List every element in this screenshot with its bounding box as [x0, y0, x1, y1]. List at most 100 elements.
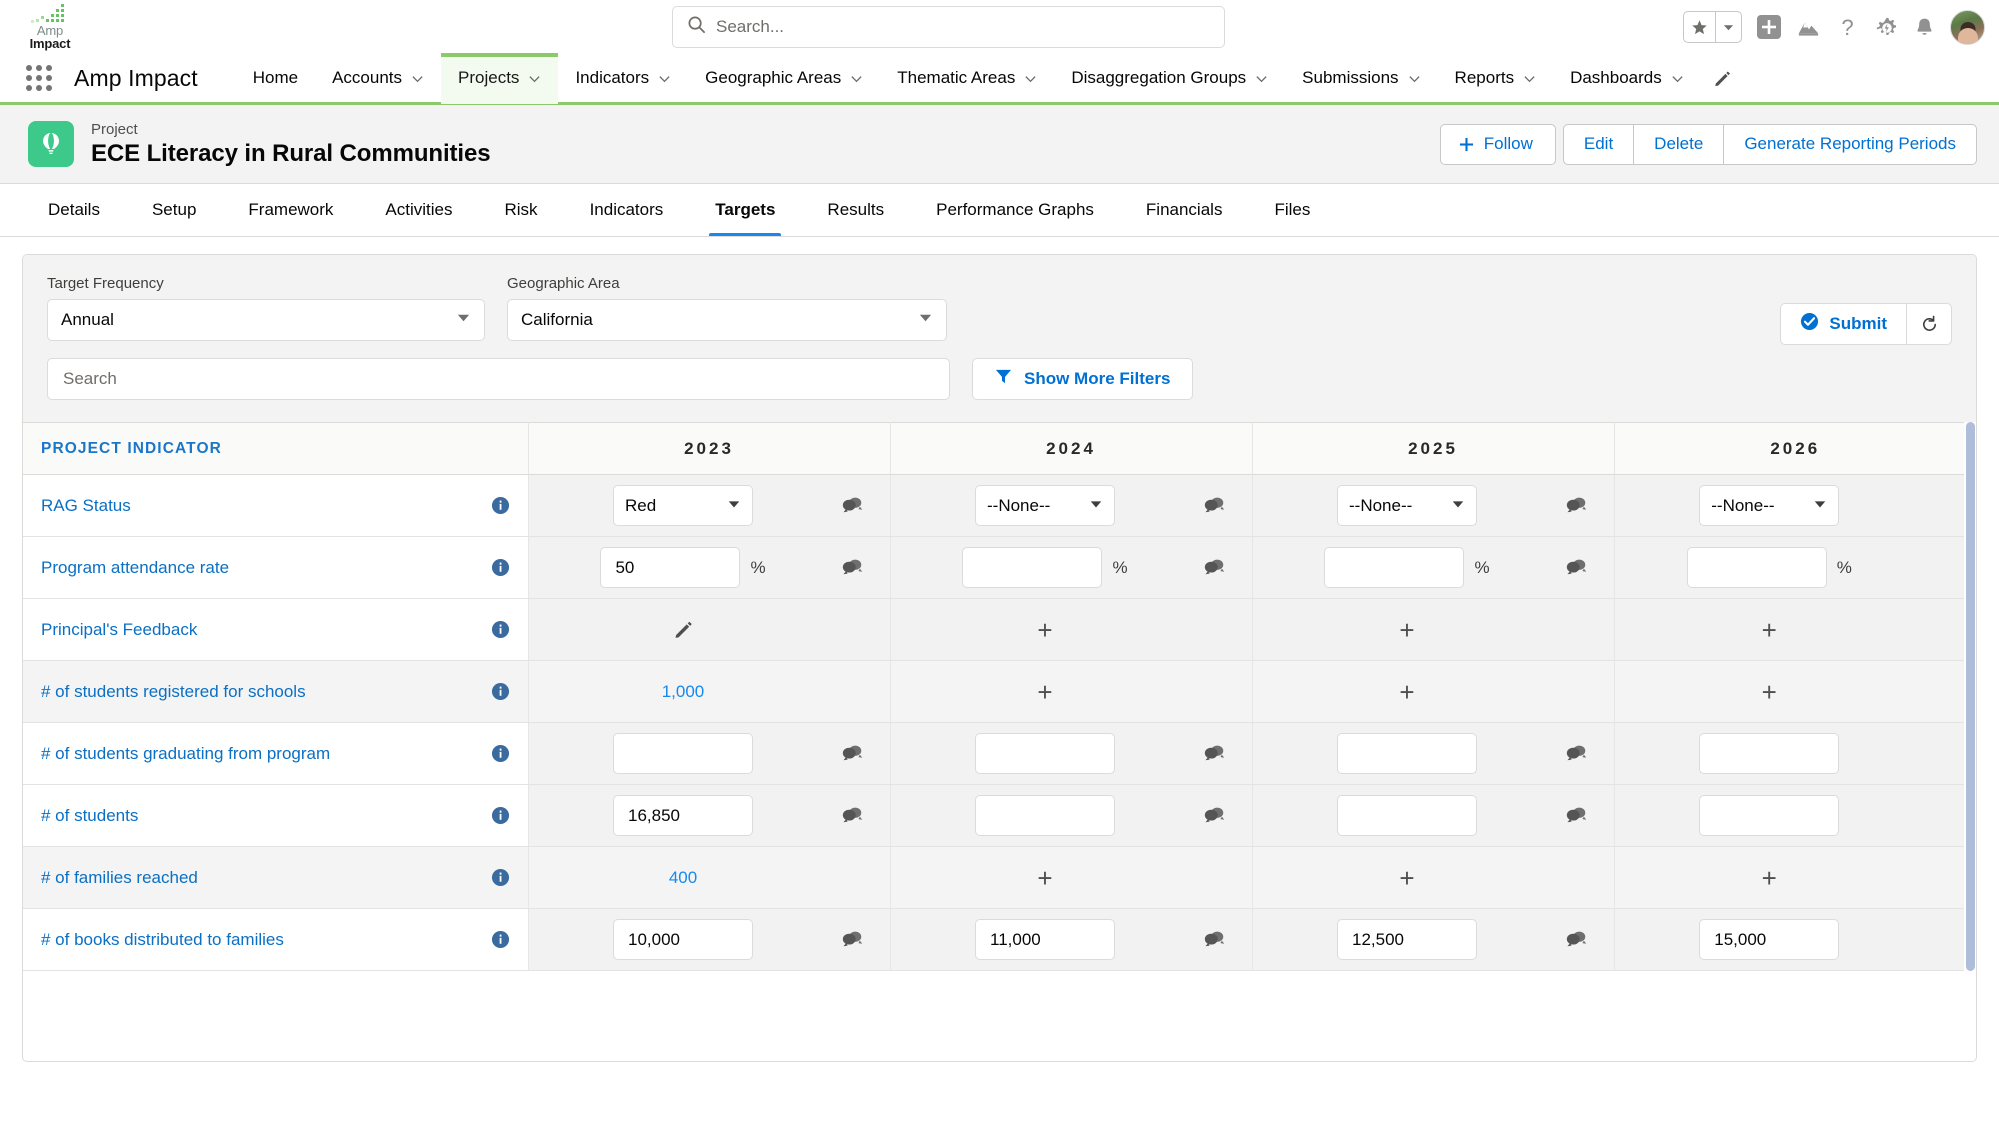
comment-slot[interactable]	[1538, 930, 1614, 949]
add-target-button[interactable]: +	[1762, 617, 1777, 643]
comment-slot[interactable]	[1538, 744, 1614, 763]
bell-icon[interactable]	[1913, 16, 1936, 39]
nav-item-projects[interactable]: Projects	[441, 52, 559, 104]
indicator-link[interactable]: # of students graduating from program	[41, 744, 330, 764]
info-icon[interactable]	[491, 682, 510, 701]
target-input[interactable]	[1324, 547, 1465, 588]
target-input[interactable]	[600, 547, 741, 588]
add-target-button[interactable]: +	[1399, 679, 1414, 705]
comment-slot[interactable]	[1538, 806, 1614, 825]
tab-risk[interactable]: Risk	[479, 184, 564, 236]
indicator-link[interactable]: # of students	[41, 806, 138, 826]
avatar[interactable]	[1950, 9, 1985, 45]
add-target-button[interactable]: +	[1037, 865, 1052, 891]
tab-results[interactable]: Results	[801, 184, 910, 236]
refresh-button[interactable]	[1906, 304, 1951, 344]
app-launcher-icon[interactable]	[22, 61, 56, 95]
tab-targets[interactable]: Targets	[689, 184, 801, 236]
add-target-button[interactable]: +	[1037, 679, 1052, 705]
info-icon[interactable]	[491, 558, 510, 577]
col-header-2023[interactable]: 2023	[528, 422, 891, 475]
comment-slot[interactable]	[1176, 930, 1252, 949]
info-icon[interactable]	[491, 620, 510, 639]
tab-financials[interactable]: Financials	[1120, 184, 1249, 236]
nav-item-dashboards[interactable]: Dashboards	[1553, 53, 1701, 104]
target-value-link[interactable]: 1,000	[662, 682, 705, 702]
comment-slot[interactable]	[1176, 558, 1252, 577]
info-icon[interactable]	[491, 868, 510, 887]
add-target-button[interactable]: +	[1762, 865, 1777, 891]
indicator-link[interactable]: # of students registered for schools	[41, 682, 306, 702]
edit-navigation-pencil-icon[interactable]	[1713, 69, 1732, 88]
nav-item-home[interactable]: Home	[236, 53, 315, 104]
target-input[interactable]	[1699, 733, 1840, 774]
info-icon[interactable]	[491, 744, 510, 763]
nav-item-reports[interactable]: Reports	[1438, 53, 1554, 104]
col-header-project-indicator[interactable]: PROJECT INDICATOR	[23, 422, 529, 475]
indicator-link[interactable]: Principal's Feedback	[41, 620, 197, 640]
tab-performance-graphs[interactable]: Performance Graphs	[910, 184, 1120, 236]
amp-impact-logo[interactable]: Amp Impact	[0, 0, 92, 54]
gear-icon[interactable]	[1874, 15, 1899, 40]
nav-item-geographic-areas[interactable]: Geographic Areas	[688, 53, 880, 104]
add-target-button[interactable]: +	[1037, 617, 1052, 643]
tab-files[interactable]: Files	[1248, 184, 1336, 236]
delete-button[interactable]: Delete	[1633, 123, 1725, 165]
target-input[interactable]	[1699, 919, 1840, 960]
comment-slot[interactable]	[814, 558, 890, 577]
vertical-scrollbar[interactable]	[1964, 422, 1976, 971]
target-input[interactable]	[962, 547, 1103, 588]
target-frequency-select[interactable]: Annual	[47, 299, 485, 341]
question-mark-icon[interactable]: ?	[1835, 15, 1860, 40]
add-target-button[interactable]: +	[1399, 865, 1414, 891]
comment-slot[interactable]	[814, 496, 890, 515]
targets-search-input[interactable]	[63, 369, 934, 389]
show-more-filters-button[interactable]: Show More Filters	[972, 358, 1194, 400]
col-header-2024[interactable]: 2024	[890, 422, 1253, 475]
target-dropdown[interactable]: --None--	[1699, 485, 1840, 526]
info-icon[interactable]	[491, 496, 510, 515]
target-input[interactable]	[975, 795, 1115, 836]
target-input[interactable]	[1337, 733, 1477, 774]
targets-search-box[interactable]	[47, 358, 950, 400]
edit-button[interactable]: Edit	[1562, 123, 1635, 165]
plus-square-icon[interactable]	[1756, 14, 1782, 40]
comment-slot[interactable]	[1538, 558, 1614, 577]
mountain-icon[interactable]	[1796, 15, 1821, 40]
tab-details[interactable]: Details	[22, 184, 126, 236]
col-header-2025[interactable]: 2025	[1252, 422, 1615, 475]
info-icon[interactable]	[491, 930, 510, 949]
chevron-down-icon[interactable]	[1715, 12, 1741, 42]
comment-slot[interactable]	[814, 744, 890, 763]
comment-slot[interactable]	[814, 806, 890, 825]
nav-item-thematic-areas[interactable]: Thematic Areas	[880, 53, 1054, 104]
add-target-button[interactable]: +	[1762, 679, 1777, 705]
comment-slot[interactable]	[1176, 496, 1252, 515]
indicator-link[interactable]: RAG Status	[41, 496, 131, 516]
target-input[interactable]	[613, 733, 753, 774]
search-input[interactable]	[716, 17, 1210, 37]
tab-framework[interactable]: Framework	[222, 184, 359, 236]
star-icon[interactable]	[1684, 12, 1715, 42]
target-dropdown[interactable]: Red	[613, 485, 753, 526]
target-input[interactable]	[613, 795, 753, 836]
comment-slot[interactable]	[1538, 496, 1614, 515]
edit-pencil-icon[interactable]	[673, 619, 694, 640]
nav-item-indicators[interactable]: Indicators	[558, 53, 688, 104]
indicator-link[interactable]: # of books distributed to families	[41, 930, 284, 950]
comment-slot[interactable]	[814, 930, 890, 949]
target-dropdown[interactable]: --None--	[1337, 485, 1477, 526]
target-input[interactable]	[1337, 919, 1477, 960]
target-input[interactable]	[613, 919, 753, 960]
info-icon[interactable]	[491, 806, 510, 825]
comment-slot[interactable]	[1176, 744, 1252, 763]
target-input[interactable]	[975, 733, 1115, 774]
tab-setup[interactable]: Setup	[126, 184, 222, 236]
col-header-2026[interactable]: 2026	[1614, 422, 1976, 475]
nav-item-accounts[interactable]: Accounts	[315, 53, 441, 104]
geographic-area-select[interactable]: California	[507, 299, 947, 341]
indicator-link[interactable]: Program attendance rate	[41, 558, 229, 578]
nav-item-submissions[interactable]: Submissions	[1285, 53, 1437, 104]
global-search-box[interactable]	[672, 6, 1225, 48]
target-input[interactable]	[975, 919, 1115, 960]
